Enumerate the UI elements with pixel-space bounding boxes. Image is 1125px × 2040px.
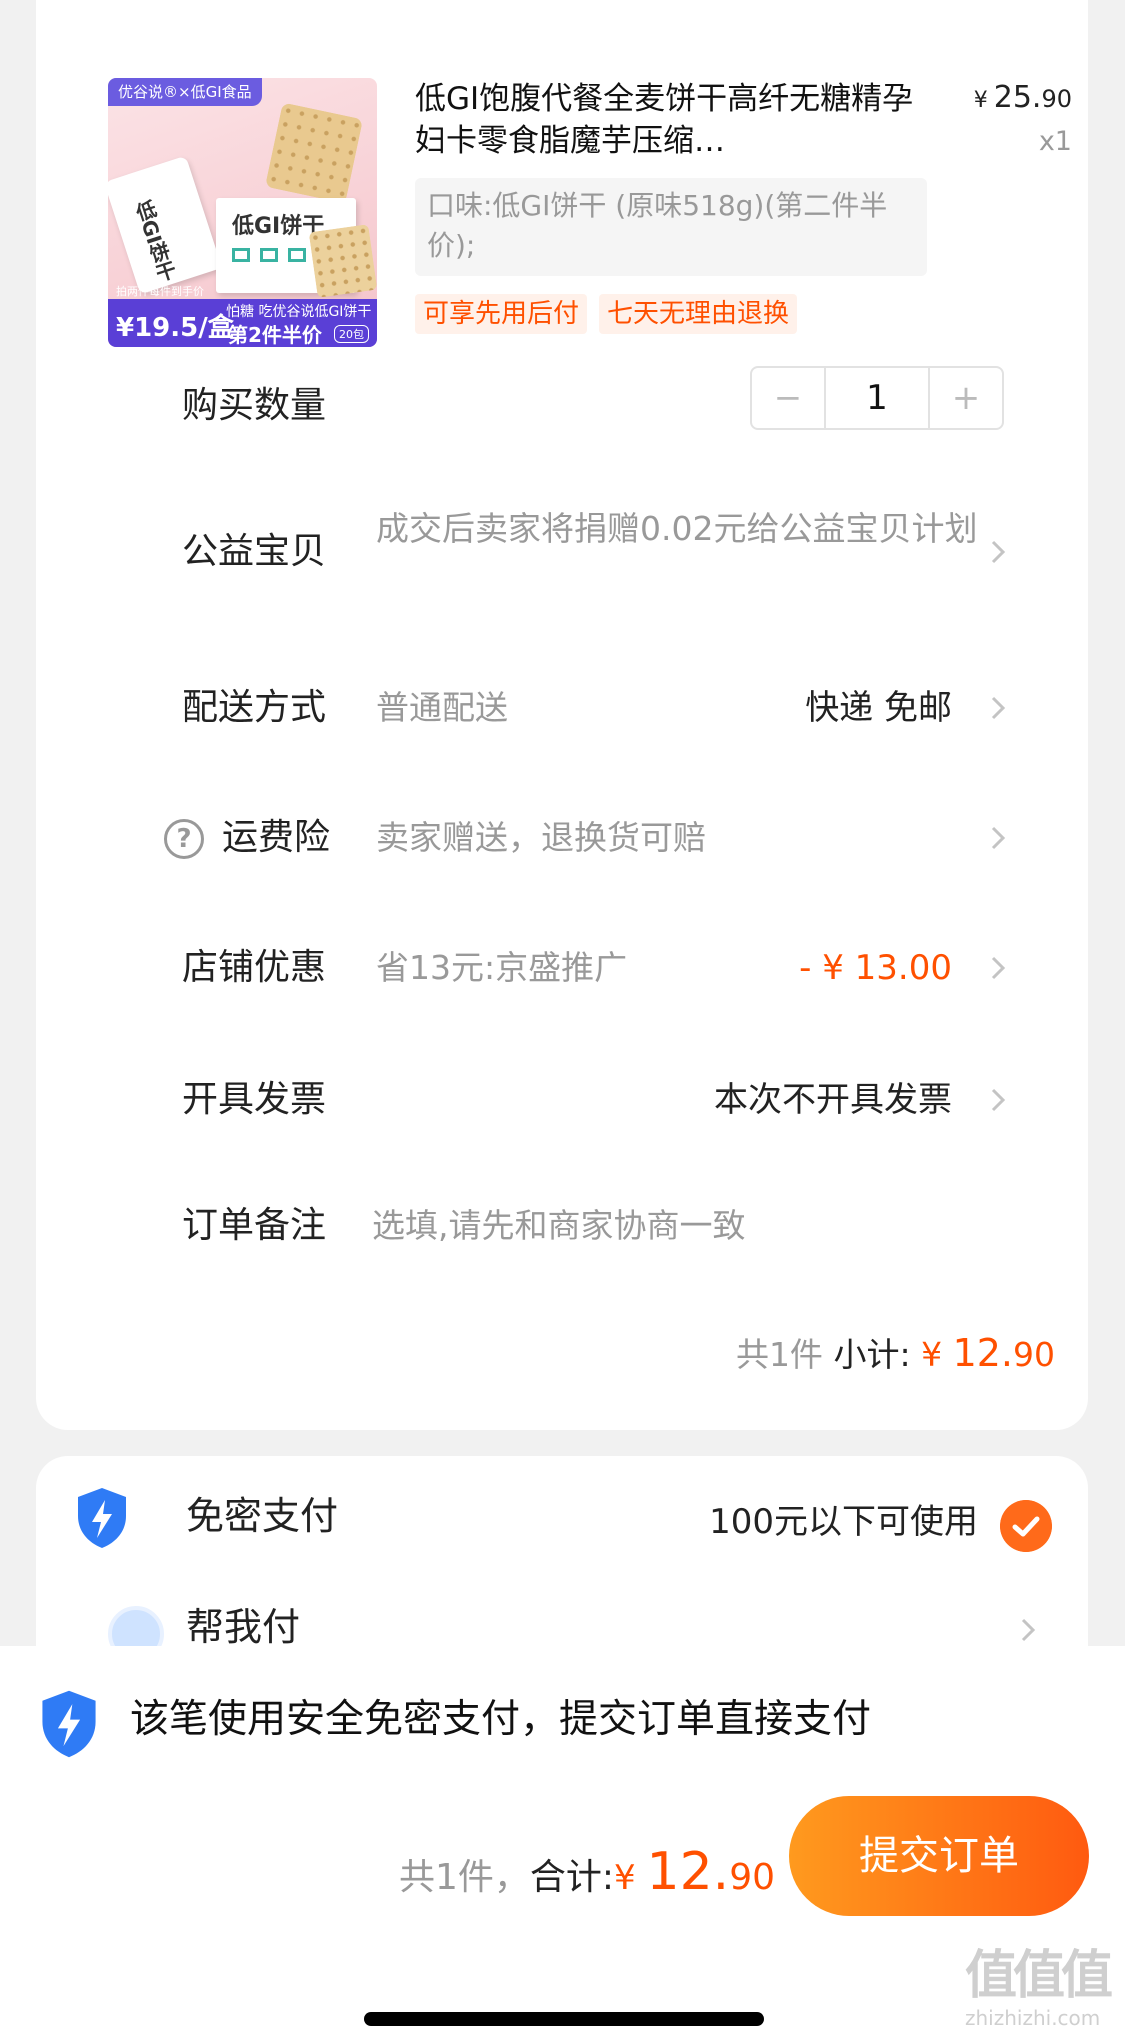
service-tags: 可享先用后付 七天无理由退换 (415, 294, 798, 334)
charity-label: 公益宝贝 (182, 531, 327, 572)
pouch-image: 低GI饼干 (108, 155, 223, 295)
biscuit-image (264, 102, 364, 204)
watermark: 值值值 zhizhizhi.com (965, 1946, 1115, 2036)
insurance-value: 卖家赠送，退换货可赔 (376, 818, 706, 857)
thumb-price-note: 拍两件每件到手价 (116, 285, 204, 298)
shield-lightning-icon (42, 1690, 96, 1758)
note-label: 订单备注 (182, 1205, 327, 1246)
tag-seven-day-return: 七天无理由退换 (599, 294, 798, 334)
chevron-right-icon (991, 956, 1006, 980)
product-title[interactable]: 低GI饱腹代餐全麦饼干高纤无糖精孕妇卡零食脂魔芋压缩… (415, 78, 935, 162)
product-image[interactable]: 优谷说®×低GI食品 低GI饼干 低GI饼干 拍两件每件到手价 ¥19.5/盒 … (108, 78, 377, 347)
thumb-promo-bar: 拍两件每件到手价 ¥19.5/盒 怕糖 吃优谷说低GI饼干 第2件半价 20包 (108, 285, 377, 347)
subtotal-yen: ¥ (921, 1335, 953, 1374)
product-price: ¥25.90 (974, 80, 1072, 115)
watermark-logo: 值值值 (965, 1946, 1113, 2006)
subtotal: 共1件 小计: ¥ 12.90 (736, 1328, 1055, 1376)
bottom-bar: 该笔使用安全免密支付，提交订单直接支付 共1件，合计:¥ 12.90 提交订单 … (0, 1646, 1125, 2040)
note-input[interactable]: 选填,请先和商家协商一致 (372, 1196, 746, 1256)
chevron-right-icon (991, 696, 1006, 720)
quantity-label: 购买数量 (182, 385, 327, 426)
invoice-label: 开具发票 (182, 1079, 327, 1120)
thumb-count: 20包 (334, 325, 369, 343)
thumb-brand: 优谷说®×低GI食品 (108, 78, 262, 106)
chevron-right-icon (991, 540, 1006, 564)
total-cents: 90 (729, 1857, 775, 1898)
total-count: 共1件， (398, 1857, 530, 1898)
checkmark-icon[interactable] (1000, 1500, 1052, 1552)
row-delivery[interactable]: 配送方式 普通配送 快递 免邮 (36, 678, 1052, 738)
shield-lightning-icon (78, 1488, 126, 1548)
total-yen: ¥ (614, 1858, 647, 1898)
total-main: 12. (646, 1842, 730, 1902)
secure-pay-notice: 该笔使用安全免密支付，提交订单直接支付 (130, 1697, 872, 1742)
row-charity[interactable]: 公益宝贝 成交后卖家将捐赠0.02元给公益宝贝计划 (36, 502, 1052, 602)
price-yen: ¥ (973, 88, 988, 113)
discount-label: 店铺优惠 (182, 947, 327, 988)
delivery-value: 普通配送 (376, 688, 508, 727)
order-total: 共1件，合计:¥ 12.90 (399, 1844, 775, 1906)
thumb-price: ¥19.5/盒 (116, 313, 234, 343)
pouch-text: 低GI饼干 (130, 197, 180, 285)
watermark-site: zhizhizhi.com (965, 2006, 1101, 2030)
delivery-method: 快递 免邮 (805, 688, 952, 728)
quantity-input[interactable]: 1 (824, 368, 930, 428)
discount-value: 省13元:京盛推广 (376, 948, 628, 987)
password-free-pay-note: 100元以下可使用 (709, 1502, 978, 1542)
tag-pay-later: 可享先用后付 (415, 294, 588, 334)
thumb-slogan: 怕糖 吃优谷说低GI饼干 (226, 304, 372, 320)
home-indicator[interactable] (364, 2012, 764, 2026)
total-label: 合计: (529, 1857, 615, 1898)
subtotal-count: 共1件 (735, 1335, 823, 1374)
product-item[interactable]: 优谷说®×低GI食品 低GI饼干 低GI饼干 拍两件每件到手价 ¥19.5/盒 … (72, 40, 1072, 347)
row-store-discount[interactable]: 店铺优惠 省13元:京盛推广 - ¥ 13.00 (36, 938, 1052, 998)
invoice-value: 本次不开具发票 (714, 1080, 952, 1120)
charity-value: 成交后卖家将捐赠0.02元给公益宝贝计划 (376, 509, 978, 548)
chevron-right-icon (1021, 1618, 1036, 1642)
subtotal-cents: 90 (1013, 1335, 1055, 1374)
product-qty: x1 (1038, 126, 1072, 157)
chevron-right-icon (991, 1088, 1006, 1112)
biscuit-image-2 (308, 224, 377, 298)
chevron-right-icon (991, 826, 1006, 850)
help-icon[interactable]: ? (164, 819, 204, 859)
help-pay-label[interactable]: 帮我付 (186, 1596, 300, 1651)
password-free-pay-title: 免密支付 (186, 1494, 339, 1538)
row-quantity: 购买数量 − 1 + (36, 366, 1052, 436)
product-spec[interactable]: 口味:低GI饼干 (原味518g)(第二件半价); (415, 178, 927, 276)
insurance-label: 运费险 (222, 817, 331, 858)
price-cents: 90 (1041, 85, 1072, 113)
price-main: 25. (993, 80, 1042, 115)
discount-amount: - ¥ 13.00 (799, 948, 952, 988)
row-shipping-insurance[interactable]: ? 运费险 卖家赠送，退换货可赔 (36, 808, 1052, 868)
subtotal-label: 小计: (833, 1335, 911, 1374)
thumb-promo: 第2件半价 (228, 323, 322, 347)
decrement-button[interactable]: − (752, 368, 824, 428)
row-order-note: 订单备注 选填,请先和商家协商一致 (36, 1196, 1052, 1256)
subtotal-main: 12. (952, 1331, 1013, 1375)
submit-order-button[interactable]: 提交订单 (789, 1796, 1089, 1916)
increment-button[interactable]: + (930, 368, 1002, 428)
row-invoice[interactable]: 开具发票 本次不开具发票 (36, 1070, 1052, 1130)
quantity-stepper: − 1 + (750, 366, 1004, 430)
delivery-label: 配送方式 (182, 687, 327, 728)
